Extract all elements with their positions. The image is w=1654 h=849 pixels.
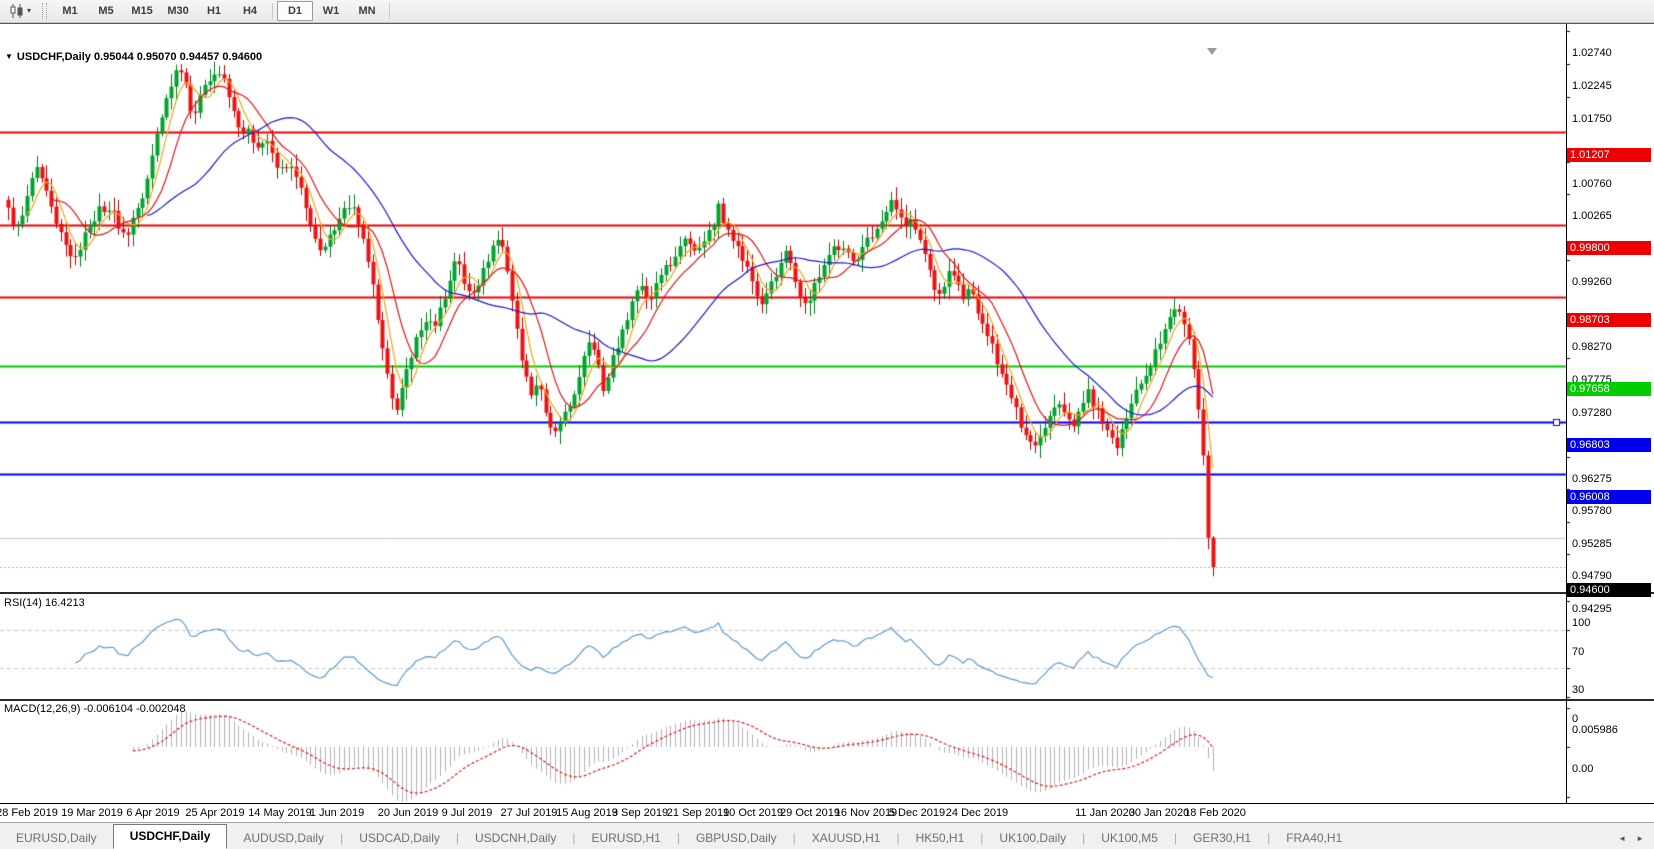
rsi-tick-label: 100 (1572, 617, 1590, 629)
tab-usdchf-daily[interactable]: USDCHF,Daily (113, 824, 228, 849)
rsi-label: RSI(14) 16.4213 (4, 597, 85, 609)
date-label: 18 Feb 2020 (1170, 807, 1260, 819)
timeframe-toolbar: ▾ M1M5M15M30H1H4 D1W1MN (0, 0, 1654, 23)
price-axis-line (1566, 24, 1567, 804)
price-tick-label: 1.00265 (1572, 210, 1612, 222)
chart-title: ▼ USDCHF,Daily 0.95044 0.95070 0.94457 0.… (5, 51, 262, 63)
tab-gbpusd-daily[interactable]: GBPUSD,Daily (680, 828, 793, 849)
timeframe-button-m1[interactable]: M1 (52, 1, 88, 21)
timeframe-button-m5[interactable]: M5 (88, 1, 124, 21)
price-tick-label: 0.98270 (1572, 341, 1612, 353)
rsi-tick-label: 70 (1572, 646, 1584, 658)
timeframe-button-w1[interactable]: W1 (313, 1, 349, 21)
price-tick-label: 1.00760 (1572, 178, 1612, 190)
panel-separator-macd[interactable] (0, 699, 1654, 701)
price-tick-label: 0.95285 (1572, 538, 1612, 550)
price-tick-label: 0.95780 (1572, 505, 1612, 517)
level-price-label: 0.96008 (1567, 490, 1651, 504)
tab-scroll-buttons: ◄► (1618, 834, 1654, 849)
level-price-label: 0.99800 (1567, 241, 1651, 255)
toolbar-grip[interactable] (42, 3, 47, 19)
triangle-down-icon: ▼ (5, 52, 13, 61)
price-tick-label: 1.02740 (1572, 47, 1612, 59)
panel-separator-rsi[interactable] (0, 592, 1654, 594)
chart-shift-marker[interactable] (1207, 48, 1217, 55)
candlestick-chart-icon (9, 4, 25, 18)
toolbar-separator (389, 3, 390, 19)
timeframe-button-h1[interactable]: H1 (196, 1, 232, 21)
tab-eurusd-h1[interactable]: EURUSD,H1 (575, 828, 676, 849)
macd-tick-label: 0.00 (1572, 763, 1593, 775)
trading-terminal: ▾ M1M5M15M30H1H4 D1W1MN ▼ USDCHF,Daily 0.9… (0, 0, 1654, 849)
macd-label: MACD(12,26,9) -0.006104 -0.002048 (4, 703, 186, 715)
price-tick-label: 1.01750 (1572, 113, 1612, 125)
tab-xauusd-h1[interactable]: XAUUSD,H1 (796, 828, 897, 849)
chevron-down-icon: ▾ (27, 7, 31, 15)
level-price-label: 0.98703 (1567, 313, 1651, 327)
level-price-label: 0.97658 (1567, 382, 1651, 396)
chart-tab-bar: EURUSD,DailyUSDCHF,DailyAUDUSD,Daily|USD… (0, 822, 1654, 849)
price-tick-label: 0.94790 (1572, 570, 1612, 582)
timeframe-button-m15[interactable]: M15 (124, 1, 160, 21)
date-label: 24 Dec 2019 (932, 807, 1022, 819)
timeframe-button-mn[interactable]: MN (349, 1, 385, 21)
tab-usdcad-daily[interactable]: USDCAD,Daily (343, 828, 456, 849)
macd-tick-label: 0.005986 (1572, 724, 1618, 736)
price-tick-label: 0.97280 (1572, 407, 1612, 419)
timeframe-button-d1[interactable]: D1 (277, 1, 313, 21)
rsi-tick-label: 30 (1572, 684, 1584, 696)
tab-hk50-h1[interactable]: HK50,H1 (900, 828, 981, 849)
tab-fra40-h1[interactable]: FRA40,H1 (1270, 828, 1358, 849)
arrow-right-icon[interactable]: ► (1636, 834, 1644, 843)
tab-uk100-daily[interactable]: UK100,Daily (983, 828, 1082, 849)
tab-uk100-m5[interactable]: UK100,M5 (1085, 828, 1174, 849)
tab-usdcnh-daily[interactable]: USDCNH,Daily (459, 828, 572, 849)
timeframe-button-h4[interactable]: H4 (232, 1, 268, 21)
tab-audusd-daily[interactable]: AUDUSD,Daily (227, 828, 340, 849)
price-chart-canvas[interactable] (0, 24, 1654, 846)
chart-window: ▼ USDCHF,Daily 0.95044 0.95070 0.94457 0.… (0, 23, 1654, 822)
price-tick-label: 1.02245 (1572, 80, 1612, 92)
timeframe-button-m30[interactable]: M30 (160, 1, 196, 21)
price-tick-label: 0.99260 (1572, 276, 1612, 288)
date-axis: 28 Feb 201919 Mar 20196 Apr 201925 Apr 2… (0, 804, 1654, 823)
arrow-left-icon[interactable]: ◄ (1618, 834, 1626, 843)
level-price-label: 0.96803 (1567, 438, 1651, 452)
timeframe-buttons: M1M5M15M30H1H4 D1W1MN (52, 1, 394, 21)
toolbar-separator (272, 3, 273, 19)
price-tick-label: 0.96275 (1572, 473, 1612, 485)
level-price-label: 1.01207 (1567, 148, 1651, 162)
chart-type-button[interactable]: ▾ (4, 1, 36, 21)
tab-eurusd-daily[interactable]: EURUSD,Daily (0, 828, 113, 849)
price-tick-label: 0.94295 (1572, 603, 1612, 615)
chart-title-text: USDCHF,Daily 0.95044 0.95070 0.94457 0.9… (17, 51, 262, 63)
current-price-label: 0.94600 (1567, 583, 1651, 597)
tab-ger30-h1[interactable]: GER30,H1 (1177, 828, 1267, 849)
